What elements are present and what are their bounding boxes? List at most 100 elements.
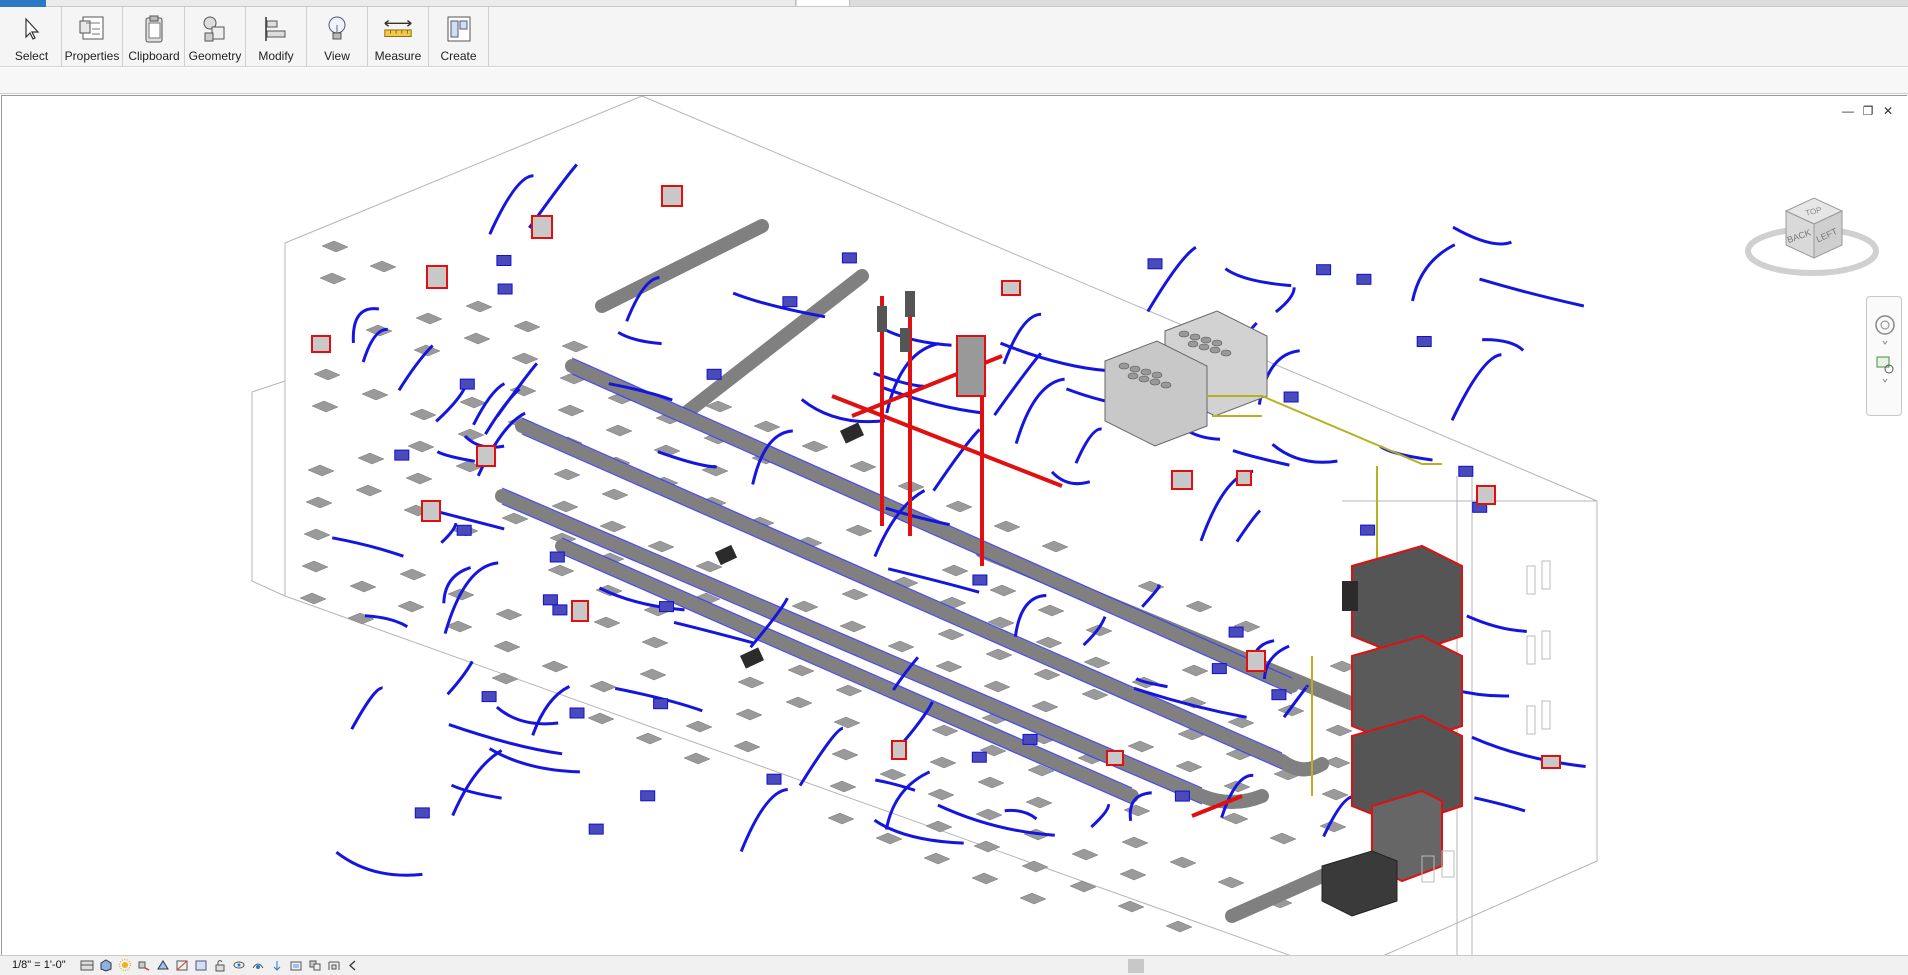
branch-duct <box>1235 509 1262 543</box>
ceiling-diffuser <box>695 560 723 573</box>
branch-duct <box>884 770 931 830</box>
ceiling-diffuser <box>321 240 349 253</box>
ceiling-diffuser <box>983 680 1011 693</box>
branch-duct <box>1004 808 1038 821</box>
clipboard-button[interactable]: Clipboard <box>124 7 185 67</box>
branch-duct <box>1482 338 1525 352</box>
branch-duct <box>1013 594 1047 637</box>
branch-duct <box>450 783 502 800</box>
ceiling-diffuser <box>465 300 493 313</box>
analytical-icon[interactable] <box>289 959 303 972</box>
visual-style-icon[interactable] <box>99 959 113 972</box>
vav-box <box>1147 258 1163 270</box>
ceiling-diffuser <box>827 812 855 825</box>
tab-3d-view[interactable] <box>797 0 850 6</box>
horizontal-scroll-thumb[interactable] <box>1128 959 1144 973</box>
modify-button[interactable]: Modify <box>246 7 307 67</box>
branch-duct <box>335 851 423 877</box>
create-button[interactable]: Create <box>429 7 489 67</box>
crop-view-icon[interactable] <box>175 959 189 972</box>
temporary-hide-icon[interactable] <box>232 959 246 972</box>
constraints-icon[interactable] <box>327 959 341 972</box>
ceiling-diffuser <box>1321 788 1349 801</box>
ceiling-diffuser <box>1021 860 1049 873</box>
ceiling-diffuser <box>589 680 617 693</box>
ceiling-diffuser <box>1185 600 1213 613</box>
sun-path-icon[interactable] <box>118 959 132 972</box>
branch-duct <box>440 522 458 544</box>
properties-button[interactable]: Properties <box>62 7 123 67</box>
vav-box <box>481 691 497 703</box>
view-cube[interactable]: TOP BACK LEFT <box>1742 176 1882 286</box>
ceiling-diffuser <box>355 484 383 497</box>
navigation-bar[interactable] <box>1866 296 1902 416</box>
view-scale[interactable]: 1/8" = 1'-0" <box>12 959 66 971</box>
ceiling-diffuser <box>303 528 331 541</box>
geometry-icon <box>199 11 231 47</box>
chiller-fan <box>1151 371 1163 379</box>
select-button[interactable]: Select <box>2 7 62 67</box>
ceiling-diffuser <box>319 272 347 285</box>
branch-duct <box>451 749 503 817</box>
branch-duct <box>1466 614 1527 633</box>
branch-duct <box>495 705 559 726</box>
ceiling-diffuser <box>457 428 485 441</box>
branch-duct <box>1271 443 1338 464</box>
create-panels-icon <box>443 11 475 47</box>
ceiling-diffuser <box>1227 716 1255 729</box>
ceiling-diffuser <box>1175 760 1203 773</box>
ceiling-diffuser <box>491 672 519 685</box>
ceiling-diffuser <box>735 708 763 721</box>
ceiling-diffuser <box>985 648 1013 661</box>
options-bar <box>0 68 1908 94</box>
create-label: Create <box>440 49 477 63</box>
ceiling-diffuser <box>835 684 863 697</box>
ceiling-diffuser <box>551 500 579 513</box>
vav-box <box>1271 689 1287 701</box>
steering-wheel-icon <box>1875 315 1895 335</box>
vav-box <box>552 604 568 616</box>
view-label: View <box>324 49 350 63</box>
ceiling-diffuser <box>493 640 521 653</box>
geometry-button[interactable]: Geometry <box>185 7 246 67</box>
scroll-left-icon[interactable] <box>346 959 360 972</box>
vav-box <box>542 594 558 606</box>
unlock-3d-icon[interactable] <box>213 959 227 972</box>
mep-model-isometric[interactable] <box>2 96 1907 955</box>
branch-duct <box>488 174 534 235</box>
measure-button[interactable]: Measure <box>368 7 429 67</box>
worksharing-icon[interactable] <box>270 959 284 972</box>
branch-duct <box>397 344 434 392</box>
view-button[interactable]: View <box>307 7 368 67</box>
3d-view-canvas[interactable]: — ❐ ✕ TOP BACK LEFT <box>1 95 1907 955</box>
ceiling-diffuser <box>349 580 377 593</box>
ceiling-diffuser <box>511 352 539 365</box>
tab-document[interactable] <box>46 0 796 6</box>
branch-duct <box>1074 427 1102 464</box>
branch-duct <box>331 536 404 558</box>
reveal-hidden-icon[interactable] <box>251 959 265 972</box>
tab-active[interactable] <box>0 0 46 7</box>
properties-icon <box>76 11 108 47</box>
vav-box <box>1458 465 1474 477</box>
ceiling-diffuser <box>605 424 633 437</box>
ceiling-diffuser <box>1181 664 1209 677</box>
detail-level-icon[interactable] <box>80 959 94 972</box>
ceiling-diffuser <box>553 468 581 481</box>
ceiling-diffuser <box>405 472 433 485</box>
chiller-fan <box>1209 346 1221 354</box>
ceiling-diffuser <box>839 620 867 633</box>
branch-duct <box>446 660 474 696</box>
ceiling-diffuser <box>841 588 869 601</box>
ceiling-diffuser <box>541 660 569 673</box>
ribbon: Select Properties Clipboard Geometry Mod… <box>0 7 1908 67</box>
show-crop-icon[interactable] <box>194 959 208 972</box>
branch-duct <box>1014 377 1065 445</box>
vav-box <box>456 524 472 536</box>
shadows-icon[interactable] <box>137 959 151 972</box>
render-icon[interactable] <box>156 959 170 972</box>
vav-box <box>414 807 430 819</box>
highlight-displacement-icon[interactable] <box>308 959 322 972</box>
clipboard-label: Clipboard <box>128 49 180 63</box>
cursor-arrow-icon <box>16 11 48 47</box>
